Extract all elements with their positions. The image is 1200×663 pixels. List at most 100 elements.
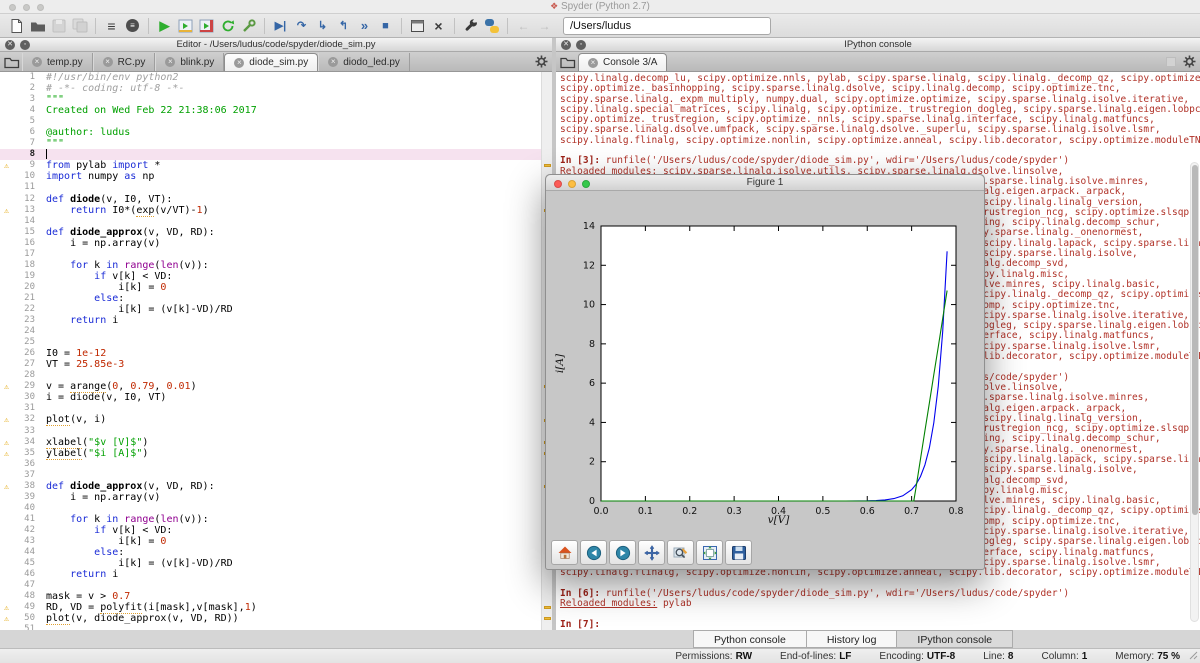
run-icon[interactable]: ▶ xyxy=(155,16,174,35)
code-line[interactable]: 24 xyxy=(0,326,552,337)
code-line[interactable]: 44 else: xyxy=(0,547,552,558)
code-line[interactable]: 22 i[k] = (v[k]-VD)/RD xyxy=(0,304,552,315)
code-line[interactable]: 26I0 = 1e-12 xyxy=(0,348,552,359)
resize-grip-icon[interactable] xyxy=(1188,650,1198,660)
rerun-script-icon[interactable] xyxy=(218,16,237,35)
zoom-to-rect-icon[interactable] xyxy=(667,540,694,565)
file-switcher-icon[interactable]: ≡ xyxy=(102,16,121,35)
interrupt-kernel-icon[interactable] xyxy=(1166,57,1176,67)
console-close-pane-icon[interactable]: ✕ xyxy=(561,40,571,50)
save-all-icon[interactable] xyxy=(70,16,89,35)
forward-icon[interactable]: → xyxy=(535,16,554,35)
code-line[interactable]: 6@author: ludus xyxy=(0,127,552,138)
console-scrollbar[interactable] xyxy=(1190,162,1199,622)
code-line[interactable]: 46 return i xyxy=(0,569,552,580)
code-line[interactable]: ⚠35ylabel("$i [A]$") xyxy=(0,448,552,459)
code-line[interactable]: 42 if v[k] < VD: xyxy=(0,525,552,536)
warning-mark[interactable] xyxy=(544,617,551,620)
code-line[interactable]: 27VT = 25.85e-3 xyxy=(0,359,552,370)
code-line[interactable]: ⚠38def diode_approx(v, VD, RD): xyxy=(0,481,552,492)
code-line[interactable]: 3""" xyxy=(0,94,552,105)
editor-undock-icon[interactable]: ◦ xyxy=(20,40,30,50)
code-line[interactable]: ⚠50plot(v, diode_approx(v, VD, RD)) xyxy=(0,613,552,624)
code-editor[interactable]: 1#!/usr/bin/env python22# -*- coding: ut… xyxy=(0,72,552,630)
debug-step-over-icon[interactable]: ↷ xyxy=(292,16,311,35)
code-line[interactable]: 23 return i xyxy=(0,315,552,326)
code-line[interactable]: 25 xyxy=(0,337,552,348)
code-line[interactable]: 5 xyxy=(0,116,552,127)
close-tab-icon[interactable]: × xyxy=(165,57,175,67)
editor-tab-temp.py[interactable]: ×temp.py xyxy=(22,53,93,71)
code-line[interactable]: 20 i[k] = 0 xyxy=(0,282,552,293)
code-line[interactable]: 37 xyxy=(0,470,552,481)
code-line[interactable]: 11 xyxy=(0,182,552,193)
code-line[interactable]: 15def diode_approx(v, VD, RD): xyxy=(0,227,552,238)
figure-titlebar[interactable]: Figure 1 xyxy=(546,175,984,191)
code-line[interactable]: 18 for k in range(len(v)): xyxy=(0,260,552,271)
code-line[interactable]: 14 xyxy=(0,216,552,227)
close-tab-icon[interactable]: × xyxy=(588,58,598,68)
code-line[interactable]: 30i = diode(v, I0, VT) xyxy=(0,392,552,403)
figure-close-icon[interactable] xyxy=(554,180,562,188)
code-line[interactable]: 4Created on Wed Feb 22 21:38:06 2017 xyxy=(0,105,552,116)
save-icon[interactable] xyxy=(725,540,752,565)
code-line[interactable]: ⚠32plot(v, i) xyxy=(0,414,552,425)
code-line[interactable]: ⚠34xlabel("$v [V]$") xyxy=(0,437,552,448)
open-file-icon[interactable] xyxy=(28,16,47,35)
code-line[interactable]: 8 xyxy=(0,149,552,160)
figure-minimize-icon[interactable] xyxy=(568,180,576,188)
editor-close-pane-icon[interactable]: ✕ xyxy=(5,40,15,50)
code-line[interactable]: 33 xyxy=(0,426,552,437)
code-line[interactable]: 39 i = np.array(v) xyxy=(0,492,552,503)
code-line[interactable]: 1#!/usr/bin/env python2 xyxy=(0,72,552,83)
figure-zoom-icon[interactable] xyxy=(582,180,590,188)
debug-file-icon[interactable] xyxy=(239,16,258,35)
editor-tab-RC.py[interactable]: ×RC.py xyxy=(93,53,156,71)
debug-step-return-icon[interactable]: ↰ xyxy=(334,16,353,35)
code-line[interactable]: 7""" xyxy=(0,138,552,149)
back-icon[interactable] xyxy=(580,540,607,565)
debug-icon[interactable]: ▶| xyxy=(271,16,290,35)
code-line[interactable]: ⚠13 return I0*(exp(v/VT)-1) xyxy=(0,205,552,216)
save-icon[interactable] xyxy=(49,16,68,35)
code-line[interactable]: 45 i[k] = (v[k]-VD)/RD xyxy=(0,558,552,569)
close-tab-icon[interactable]: × xyxy=(328,57,338,67)
code-line[interactable]: 16 i = np.array(v) xyxy=(0,238,552,249)
configure-subplots-icon[interactable] xyxy=(696,540,723,565)
maximize-pane-icon[interactable] xyxy=(408,16,427,35)
close-tab-icon[interactable]: × xyxy=(32,57,42,67)
home-icon[interactable] xyxy=(551,540,578,565)
editor-tab-blink.py[interactable]: ×blink.py xyxy=(155,53,224,71)
figure-window[interactable]: Figure 1 0.00.10.20.30.40.50.60.70.80246… xyxy=(545,174,985,570)
run-cell-advance-icon[interactable] xyxy=(197,16,216,35)
debug-continue-icon[interactable]: » xyxy=(355,16,374,35)
code-line[interactable]: 40 xyxy=(0,503,552,514)
close-pane-icon[interactable]: × xyxy=(429,16,448,35)
code-line[interactable]: 43 i[k] = 0 xyxy=(0,536,552,547)
bottom-tab-history-log[interactable]: History log xyxy=(807,630,898,648)
debug-stop-icon[interactable]: ■ xyxy=(376,16,395,35)
code-line[interactable]: 17 xyxy=(0,249,552,260)
editor-tab-diodo_led.py[interactable]: ×diodo_led.py xyxy=(318,53,410,71)
forward-icon[interactable] xyxy=(609,540,636,565)
browse-tabs-icon[interactable] xyxy=(2,53,22,71)
code-line[interactable]: ⚠49RD, VD = polyfit(i[mask],v[mask],1) xyxy=(0,602,552,613)
code-line[interactable]: ⚠29v = arange(0, 0.79, 0.01) xyxy=(0,381,552,392)
code-line[interactable]: 47 xyxy=(0,580,552,591)
console-scrollbar-thumb[interactable] xyxy=(1192,165,1198,515)
back-icon[interactable]: ← xyxy=(514,16,533,35)
code-line[interactable]: 31 xyxy=(0,403,552,414)
console-options-gear-icon[interactable] xyxy=(1183,55,1196,73)
code-line[interactable]: 10import numpy as np xyxy=(0,171,552,182)
warning-mark[interactable] xyxy=(544,606,551,609)
code-line[interactable]: 28 xyxy=(0,370,552,381)
code-line[interactable]: 19 if v[k] < VD: xyxy=(0,271,552,282)
code-line[interactable]: ⚠9from pylab import * xyxy=(0,160,552,171)
preferences-wrench-icon[interactable] xyxy=(461,16,480,35)
editor-tab-diode_sim.py[interactable]: ×diode_sim.py xyxy=(224,53,318,71)
run-cell-icon[interactable] xyxy=(176,16,195,35)
bottom-tab-ipython-console[interactable]: IPython console xyxy=(897,630,1013,648)
console-undock-icon[interactable]: ◦ xyxy=(576,40,586,50)
debug-step-into-icon[interactable]: ↳ xyxy=(313,16,332,35)
python-path-manager-icon[interactable] xyxy=(482,16,501,35)
